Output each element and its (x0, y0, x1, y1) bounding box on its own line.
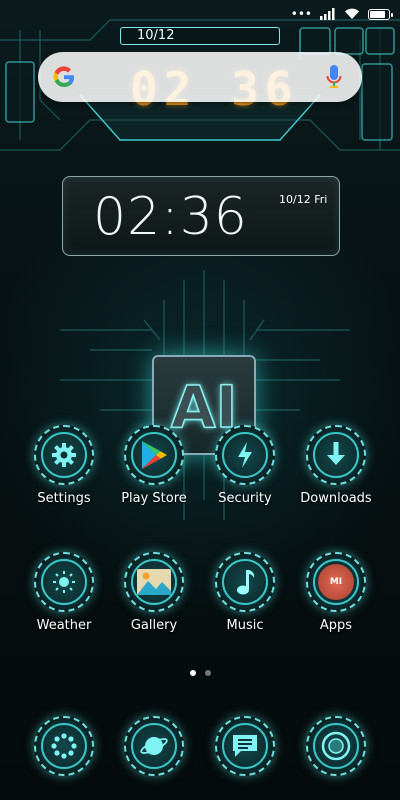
hud-date: 10/12 (120, 27, 280, 45)
mi-logo-text: MI (329, 577, 343, 587)
settings-icon-ring (34, 425, 94, 485)
mi-logo-icon: MI (318, 564, 354, 600)
clock-time: 02:36 (93, 187, 248, 247)
app-label: Play Store (121, 491, 187, 506)
message-icon (233, 735, 257, 757)
google-g-icon (53, 66, 74, 88)
dock-app-camera[interactable] (291, 716, 381, 776)
app-music[interactable]: Music (200, 552, 290, 633)
microphone-icon[interactable] (326, 64, 342, 90)
music-icon-ring (215, 552, 275, 612)
notification-dots-icon: ••• (290, 7, 312, 21)
app-label: Music (226, 618, 264, 633)
app-label: Weather (36, 618, 92, 633)
planet-icon (140, 737, 168, 755)
battery-level (370, 10, 385, 18)
signal-bars-icon (320, 8, 335, 20)
dock-app-messages[interactable] (200, 716, 290, 776)
music-note-icon (237, 570, 255, 595)
landscape-icon (137, 569, 171, 595)
app-label: Apps (319, 618, 353, 633)
app-weather[interactable]: Weather (19, 552, 109, 633)
app-settings[interactable]: Settings (19, 425, 109, 506)
camera-lens-icon (321, 731, 351, 761)
clock-date: 10/12 Fri (279, 193, 328, 206)
gallery-icon-ring (124, 552, 184, 612)
app-label: Settings (37, 491, 91, 506)
dock-icon-ring (124, 716, 184, 776)
page-dot-active[interactable] (189, 670, 196, 676)
app-apps[interactable]: MI Apps (291, 552, 381, 633)
google-search-bar[interactable] (38, 52, 362, 102)
app-label: Gallery (130, 618, 178, 633)
dock-app-dialer[interactable] (19, 716, 109, 776)
app-play-store[interactable]: Play Store (109, 425, 199, 506)
dock-icon-ring (34, 716, 94, 776)
security-icon-ring (215, 425, 275, 485)
downloads-icon-ring (306, 425, 366, 485)
app-gallery[interactable]: Gallery (109, 552, 199, 633)
app-downloads[interactable]: Downloads (291, 425, 381, 506)
dock-icon-ring (306, 716, 366, 776)
app-security[interactable]: Security (200, 425, 290, 506)
dock-app-browser[interactable] (109, 716, 199, 776)
apps-icon-ring: MI (306, 552, 366, 612)
page-indicator (0, 670, 400, 676)
page-dot[interactable] (204, 670, 211, 676)
wifi-icon (345, 8, 359, 19)
gear-icon (52, 443, 76, 467)
status-bar: ••• (0, 0, 400, 28)
play-store-icon-ring (124, 425, 184, 485)
app-label: Downloads (300, 491, 372, 506)
weather-icon-ring (34, 552, 94, 612)
app-label: Security (218, 491, 272, 506)
clock-widget[interactable]: 02:36 10/12 Fri (62, 176, 340, 256)
battery-icon (368, 8, 393, 20)
play-store-icon (142, 441, 167, 469)
dock-icon-ring (215, 716, 275, 776)
lightning-icon (238, 442, 252, 468)
sun-icon (53, 571, 75, 593)
download-arrow-icon (327, 442, 345, 465)
dial-dots-icon (51, 733, 77, 759)
